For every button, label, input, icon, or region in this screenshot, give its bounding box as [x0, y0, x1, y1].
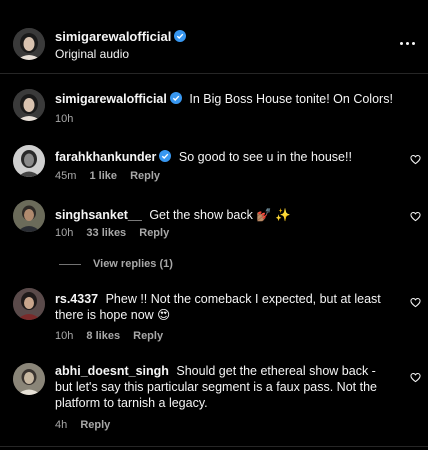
more-options-icon[interactable] — [397, 36, 417, 50]
comment-body: Phew !! Not the comeback I expected, but… — [55, 292, 381, 322]
timestamp: 10h — [55, 330, 74, 342]
comment-username[interactable]: rs.4337 — [55, 292, 98, 306]
comment-body: Get the show back 💅🏽 ✨ — [149, 208, 291, 222]
comment-meta: 4h Reply — [55, 419, 120, 431]
reply-button[interactable]: Reply — [133, 330, 163, 342]
comment-meta: 10h 8 likes Reply — [55, 330, 173, 342]
comment-text: abhi_doesnt_singh Should get the etherea… — [55, 363, 395, 411]
comment-text: singhsanket__ Get the show back 💅🏽 ✨ — [55, 207, 395, 223]
header-username[interactable]: simigarewalofficial — [55, 29, 187, 44]
verified-badge-icon — [169, 92, 182, 104]
view-replies-label[interactable]: View replies (1) — [93, 258, 173, 270]
like-heart-icon[interactable] — [410, 211, 421, 222]
comment-body: So good to see u in the house!! — [178, 150, 352, 164]
caption-body: In Big Boss House tonite! On Colors! — [189, 92, 393, 106]
comment-username[interactable]: farahkhankunder — [55, 150, 172, 164]
comment-text: farahkhankunder So good to see u in the … — [55, 149, 395, 165]
reply-button[interactable]: Reply — [139, 227, 169, 239]
reply-button[interactable]: Reply — [80, 419, 110, 431]
avatar[interactable] — [13, 28, 45, 60]
view-replies-button[interactable]: View replies (1) — [59, 258, 173, 270]
timestamp: 45m — [55, 170, 77, 182]
divider — [0, 446, 428, 447]
caption-username[interactable]: simigarewalofficial — [55, 92, 182, 106]
verified-badge-icon — [174, 30, 187, 42]
comment-username[interactable]: abhi_doesnt_singh — [55, 364, 169, 378]
like-heart-icon[interactable] — [410, 297, 421, 308]
avatar[interactable] — [13, 200, 45, 232]
avatar[interactable] — [13, 288, 45, 320]
comment-text: rs.4337 Phew !! Not the comeback I expec… — [55, 291, 395, 323]
comment-meta: 10h 33 likes Reply — [55, 227, 179, 239]
username-text[interactable]: simigarewalofficial — [55, 29, 171, 44]
like-heart-icon[interactable] — [410, 372, 421, 383]
avatar[interactable] — [13, 363, 45, 395]
post-header: simigarewalofficial Original audio — [0, 0, 428, 74]
likes-count[interactable]: 1 like — [89, 170, 117, 182]
timestamp: 10h — [55, 227, 74, 239]
timestamp: 4h — [55, 419, 68, 431]
likes-count[interactable]: 8 likes — [86, 330, 120, 342]
caption-meta: 10h — [55, 113, 83, 125]
timestamp: 10h — [55, 113, 74, 125]
avatar[interactable] — [13, 89, 45, 121]
replies-divider — [59, 263, 81, 265]
comments-panel: simigarewalofficial Original audio simig… — [0, 0, 428, 450]
reply-button[interactable]: Reply — [130, 170, 160, 182]
audio-label[interactable]: Original audio — [55, 47, 129, 61]
like-heart-icon[interactable] — [410, 154, 421, 165]
likes-count[interactable]: 33 likes — [86, 227, 126, 239]
avatar[interactable] — [13, 145, 45, 177]
comment-meta: 45m 1 like Reply — [55, 170, 170, 182]
comment-username[interactable]: singhsanket__ — [55, 208, 142, 222]
caption-text: simigarewalofficial In Big Boss House to… — [55, 91, 395, 107]
verified-badge-icon — [159, 150, 172, 162]
